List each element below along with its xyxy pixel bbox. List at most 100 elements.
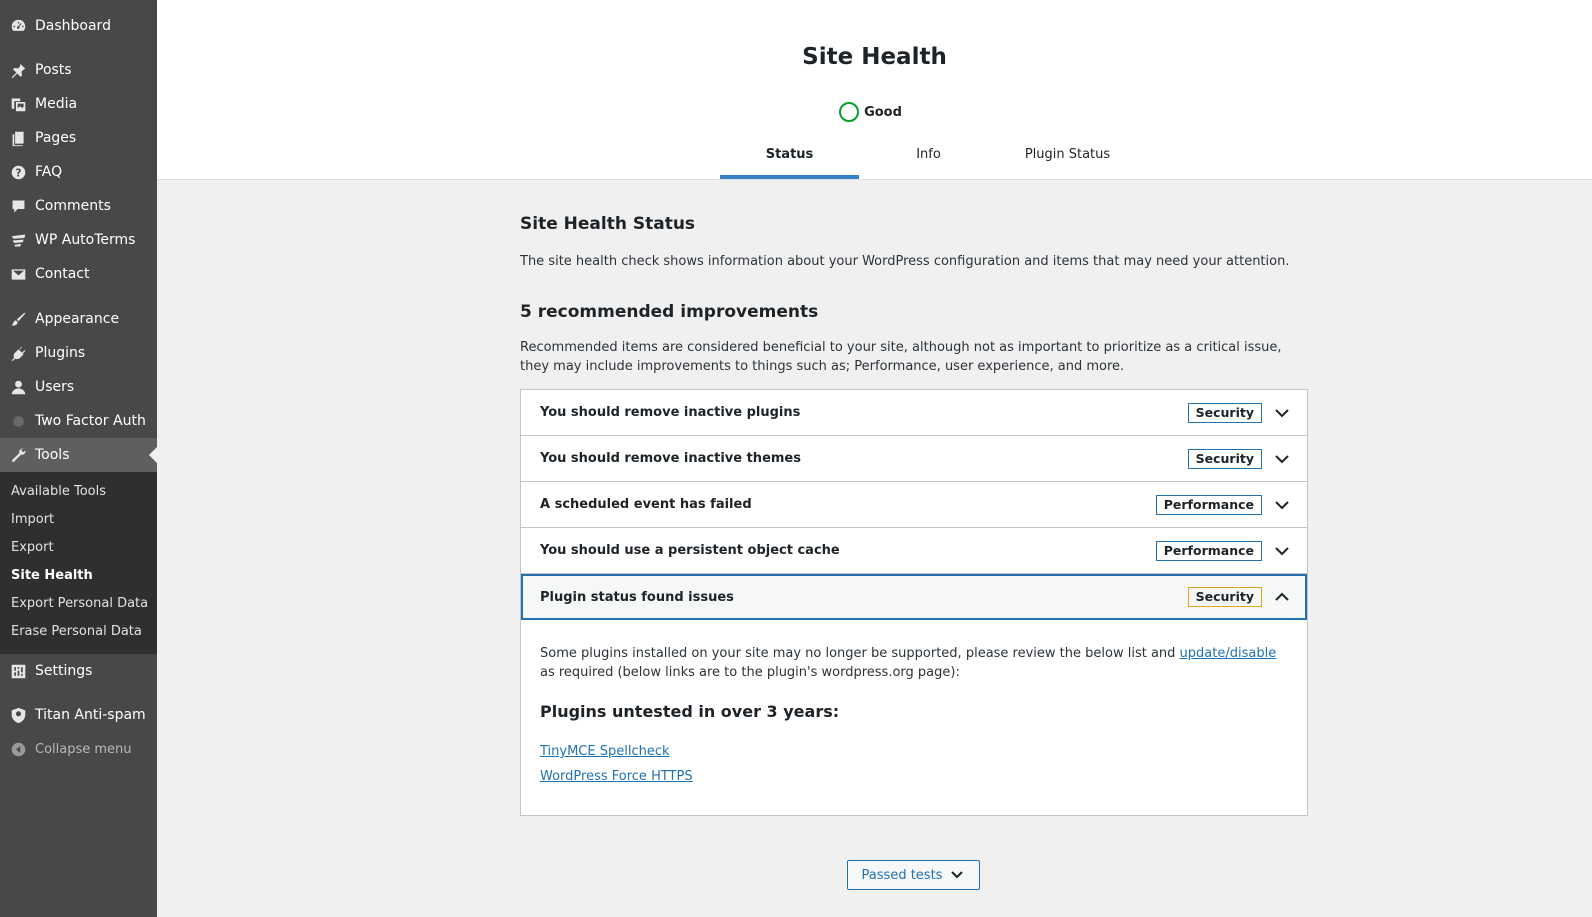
plugin-link-wordpress-force-https[interactable]: WordPress Force HTTPS [540, 764, 1288, 789]
brush-icon [8, 309, 28, 329]
panel-description: Some plugins installed on your site may … [540, 644, 1288, 682]
passed-tests-label: Passed tests [861, 867, 943, 883]
issue-title: You should use a persistent object cache [540, 543, 840, 558]
plugin-icon [8, 343, 28, 363]
submenu-available-tools[interactable]: Available Tools [0, 478, 157, 506]
sidebar-item-settings[interactable]: Settings [0, 654, 157, 688]
sidebar-item-titan-anti-spam[interactable]: Titan Anti-spam [0, 698, 157, 732]
sidebar-item-label: Comments [35, 198, 111, 214]
chevron-up-icon [1273, 588, 1291, 606]
chevron-down-icon [1273, 542, 1291, 560]
status-heading: Site Health Status [520, 214, 696, 234]
sidebar-item-label: Pages [35, 130, 77, 146]
tab-status[interactable]: Status [720, 136, 859, 179]
performance-badge: Performance [1155, 494, 1262, 515]
submenu-erase-personal-data[interactable]: Erase Personal Data [0, 618, 157, 646]
panel-text-before: Some plugins installed on your site may … [540, 646, 1180, 661]
tab-plugin-status[interactable]: Plugin Status [998, 136, 1137, 179]
security-badge: Security [1187, 448, 1262, 469]
sidebar-item-appearance[interactable]: Appearance [0, 302, 157, 336]
help-icon: ? [8, 162, 28, 182]
tab-bar: Status Info Plugin Status [720, 136, 1137, 179]
user-icon [8, 377, 28, 397]
sidebar-item-media[interactable]: Media [0, 87, 157, 121]
settings-icon [8, 661, 28, 681]
media-icon [8, 94, 28, 114]
sidebar-item-faq[interactable]: ? FAQ [0, 155, 157, 189]
issue-scheduled-event[interactable]: A scheduled event has failed Performance [521, 482, 1307, 528]
autoterms-icon [8, 230, 28, 250]
performance-badge: Performance [1155, 540, 1262, 561]
comment-icon [8, 196, 28, 216]
tools-submenu: Available Tools Import Export Site Healt… [0, 472, 157, 654]
sidebar-item-label: Dashboard [35, 18, 111, 34]
health-status-label: Good [864, 104, 902, 120]
sidebar-item-label: Media [35, 96, 78, 112]
panel-text-after: as required (below links are to the plug… [540, 665, 960, 680]
recommended-description: Recommended items are considered benefic… [520, 340, 1282, 374]
sidebar-item-label: Plugins [35, 345, 86, 361]
sidebar-item-wp-autoterms[interactable]: WP AutoTerms [0, 223, 157, 257]
chevron-down-icon [1273, 496, 1291, 514]
chevron-down-icon [951, 871, 964, 879]
shield-icon [8, 705, 28, 725]
pages-icon [8, 128, 28, 148]
sidebar-item-label: Contact [35, 266, 90, 282]
sidebar-item-label: Settings [35, 663, 93, 679]
gear-icon [8, 411, 28, 431]
passed-tests-button[interactable]: Passed tests [847, 860, 980, 890]
chevron-down-icon [1273, 450, 1291, 468]
issue-title: A scheduled event has failed [540, 497, 752, 512]
sidebar-item-label: Tools [35, 447, 70, 463]
sidebar-item-label: Titan Anti-spam [35, 707, 146, 723]
issue-plugin-status[interactable]: Plugin status found issues Security [521, 574, 1307, 620]
svg-text:?: ? [15, 168, 21, 179]
issue-inactive-plugins[interactable]: You should remove inactive plugins Secur… [521, 390, 1307, 436]
sidebar-item-label: Appearance [35, 311, 120, 327]
sidebar-item-comments[interactable]: Comments [0, 189, 157, 223]
site-health-header: Site Health Good Status Info Plugin Stat… [157, 0, 1592, 180]
chevron-down-icon [1273, 404, 1291, 422]
mail-icon [8, 264, 28, 284]
submenu-site-health[interactable]: Site Health [0, 562, 157, 590]
issue-plugin-status-panel: Some plugins installed on your site may … [521, 620, 1307, 815]
sidebar-item-contact[interactable]: Contact [0, 257, 157, 291]
sidebar-item-label: Posts [35, 62, 72, 78]
dashboard-icon [8, 16, 28, 36]
page-title: Site Health [802, 44, 947, 70]
issue-inactive-themes[interactable]: You should remove inactive themes Securi… [521, 436, 1307, 482]
collapse-menu-button[interactable]: Collapse menu [0, 732, 157, 766]
wrench-icon [8, 445, 28, 465]
tab-info[interactable]: Info [859, 136, 998, 179]
sidebar-item-dashboard[interactable]: Dashboard [0, 9, 157, 43]
collapse-label: Collapse menu [35, 741, 132, 757]
submenu-export-personal-data[interactable]: Export Personal Data [0, 590, 157, 618]
admin-sidebar: Dashboard Posts Media Pages ? FAQ Commen… [0, 0, 157, 917]
sidebar-item-two-factor-auth[interactable]: Two Factor Auth [0, 404, 157, 438]
submenu-export[interactable]: Export [0, 534, 157, 562]
issue-title: You should remove inactive plugins [540, 405, 801, 420]
sidebar-item-label: Two Factor Auth [35, 413, 146, 429]
sidebar-item-posts[interactable]: Posts [0, 53, 157, 87]
security-badge: Security [1187, 402, 1262, 423]
sidebar-item-label: WP AutoTerms [35, 232, 136, 248]
issue-title: You should remove inactive themes [540, 451, 801, 466]
update-disable-link[interactable]: update/disable [1180, 646, 1277, 661]
untested-plugins-heading: Plugins untested in over 3 years: [540, 702, 840, 721]
sidebar-item-plugins[interactable]: Plugins [0, 336, 157, 370]
recommended-heading: 5 recommended improvements [520, 302, 819, 322]
plugin-link-tinymce-spellcheck[interactable]: TinyMCE Spellcheck [540, 739, 1288, 764]
sidebar-item-pages[interactable]: Pages [0, 121, 157, 155]
status-ring-icon [839, 102, 860, 122]
issues-accordion: You should remove inactive plugins Secur… [520, 389, 1308, 816]
collapse-icon [8, 739, 28, 759]
status-description: The site health check shows information … [520, 254, 1290, 269]
health-status: Good [157, 102, 1592, 122]
sidebar-item-tools[interactable]: Tools [0, 438, 157, 472]
sidebar-item-users[interactable]: Users [0, 370, 157, 404]
security-badge: Security [1187, 587, 1262, 607]
sidebar-item-label: Users [35, 379, 75, 395]
issue-object-cache[interactable]: You should use a persistent object cache… [521, 528, 1307, 574]
submenu-import[interactable]: Import [0, 506, 157, 534]
sidebar-item-label: FAQ [35, 164, 63, 180]
